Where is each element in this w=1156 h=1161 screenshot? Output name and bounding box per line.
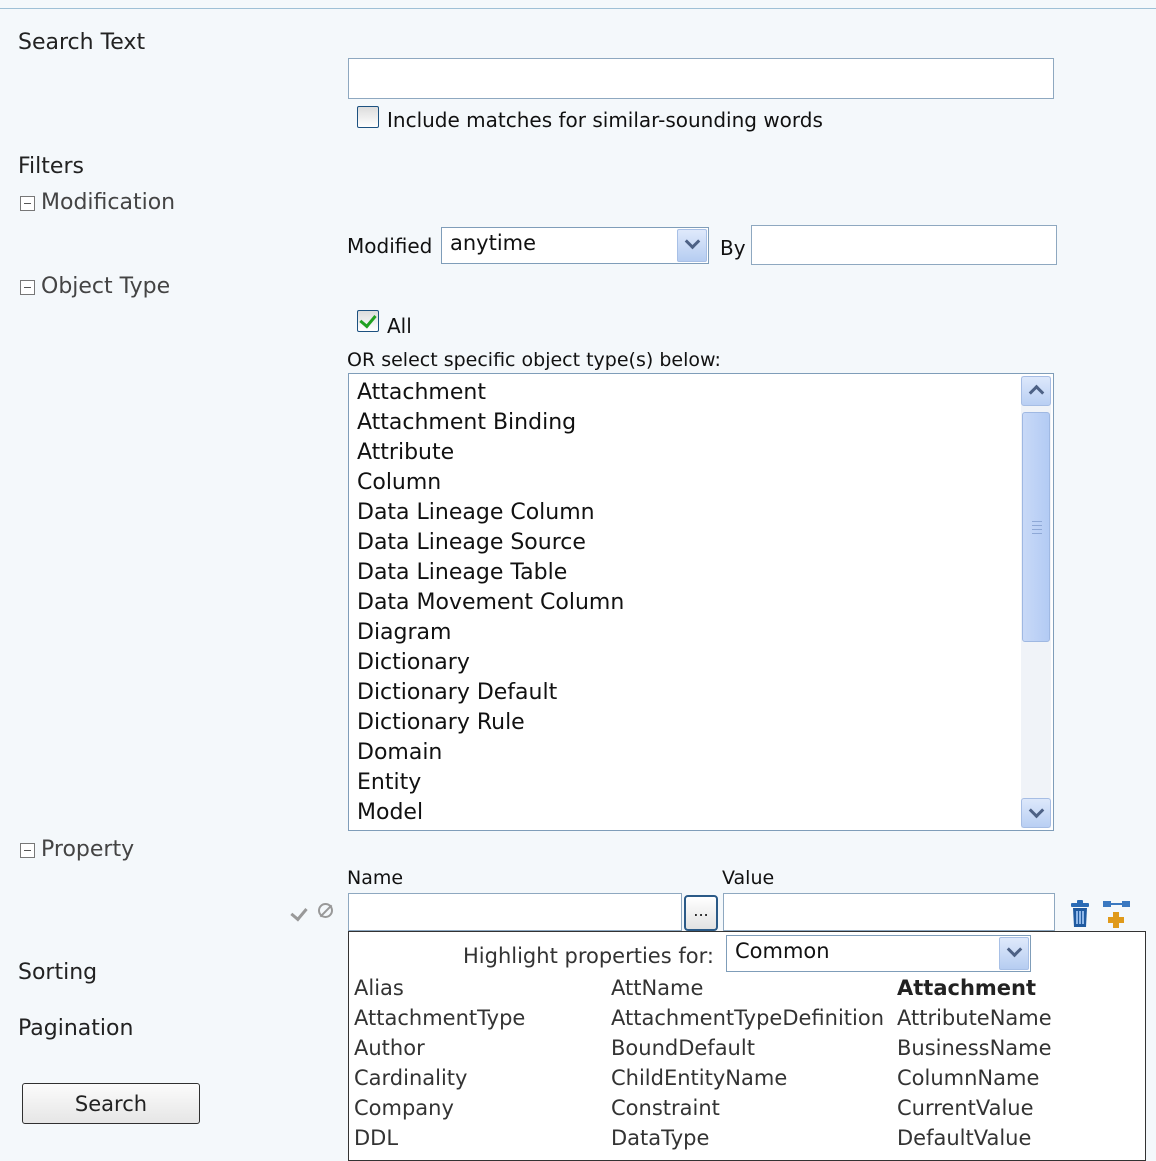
object-type-label: Object Type bbox=[41, 274, 171, 299]
object-type-listbox[interactable]: Attachment Attachment Binding Attribute … bbox=[348, 373, 1054, 831]
modified-label: Modified bbox=[347, 234, 433, 258]
add-property-icon[interactable] bbox=[1100, 898, 1134, 930]
browse-properties-button[interactable]: ... bbox=[684, 895, 718, 931]
chevron-down-icon[interactable] bbox=[999, 937, 1029, 970]
list-item[interactable]: Diagram bbox=[357, 620, 451, 645]
search-text-input[interactable] bbox=[348, 58, 1054, 99]
property-item[interactable]: BusinessName bbox=[897, 1036, 1052, 1060]
by-label: By bbox=[720, 236, 746, 260]
property-item[interactable]: DDL bbox=[354, 1126, 398, 1150]
chevron-down-icon[interactable] bbox=[677, 229, 707, 262]
highlight-select[interactable]: Common bbox=[726, 935, 1031, 972]
modification-section-toggle[interactable]: Modification bbox=[20, 190, 175, 215]
property-section-toggle[interactable]: Property bbox=[20, 837, 134, 862]
filters-label: Filters bbox=[18, 154, 84, 179]
modified-select[interactable]: anytime bbox=[441, 227, 709, 264]
trash-icon[interactable] bbox=[1068, 900, 1092, 928]
list-item[interactable]: Attachment bbox=[357, 380, 486, 405]
list-item[interactable]: Dictionary bbox=[357, 650, 470, 675]
property-value-input[interactable] bbox=[723, 893, 1055, 931]
or-select-label: OR select specific object type(s) below: bbox=[347, 349, 721, 371]
scroll-down-icon[interactable] bbox=[1021, 798, 1051, 828]
list-item[interactable]: Dictionary Rule bbox=[357, 710, 525, 735]
collapse-minus-icon bbox=[20, 279, 35, 295]
grip-line bbox=[1032, 529, 1042, 530]
all-types-label: All bbox=[387, 314, 412, 338]
property-item[interactable]: ColumnName bbox=[897, 1066, 1039, 1090]
property-item[interactable]: AttributeName bbox=[897, 1006, 1052, 1030]
list-item[interactable]: Model bbox=[357, 800, 423, 825]
collapse-minus-icon bbox=[20, 842, 35, 858]
listbox-scrollbar[interactable] bbox=[1021, 376, 1051, 828]
grip-line bbox=[1032, 525, 1042, 526]
check-icon[interactable] bbox=[290, 903, 308, 922]
property-name-label: Name bbox=[347, 867, 404, 889]
property-item[interactable]: AttachmentType bbox=[354, 1006, 525, 1030]
modified-by-input[interactable] bbox=[751, 225, 1057, 265]
list-item[interactable]: Data Lineage Source bbox=[357, 530, 586, 555]
property-item[interactable]: DataType bbox=[611, 1126, 709, 1150]
grip-line bbox=[1032, 533, 1042, 534]
list-item[interactable]: Column bbox=[357, 470, 441, 495]
list-item[interactable]: Entity bbox=[357, 770, 421, 795]
list-item[interactable]: Data Lineage Column bbox=[357, 500, 595, 525]
property-item[interactable]: Company bbox=[354, 1096, 454, 1120]
grip-line bbox=[1032, 521, 1042, 522]
property-item-highlighted[interactable]: Attachment bbox=[897, 976, 1036, 1000]
all-types-checkbox[interactable] bbox=[357, 310, 379, 332]
search-text-label: Search Text bbox=[18, 30, 146, 55]
property-item[interactable]: Alias bbox=[354, 976, 404, 1000]
property-item[interactable]: BoundDefault bbox=[611, 1036, 755, 1060]
list-item[interactable]: Data Movement Column bbox=[357, 590, 624, 615]
property-item[interactable]: Cardinality bbox=[354, 1066, 467, 1090]
pagination-label[interactable]: Pagination bbox=[18, 1016, 133, 1041]
property-item[interactable]: AttName bbox=[611, 976, 703, 1000]
list-item[interactable]: Data Lineage Table bbox=[357, 560, 567, 585]
highlight-select-value: Common bbox=[735, 939, 830, 963]
highlight-label: Highlight properties for: bbox=[463, 944, 714, 968]
similar-sounding-label: Include matches for similar-sounding wor… bbox=[387, 108, 823, 132]
similar-sounding-checkbox[interactable] bbox=[357, 106, 379, 128]
cancel-icon[interactable] bbox=[318, 903, 333, 918]
object-type-section-toggle[interactable]: Object Type bbox=[20, 274, 170, 299]
property-item[interactable]: Author bbox=[354, 1036, 425, 1060]
collapse-minus-icon bbox=[20, 195, 35, 211]
list-item[interactable]: Domain bbox=[357, 740, 442, 765]
top-divider bbox=[0, 8, 1156, 9]
scroll-up-icon[interactable] bbox=[1021, 376, 1051, 406]
modification-label: Modification bbox=[41, 190, 176, 215]
list-item[interactable]: Dictionary Default bbox=[357, 680, 557, 705]
property-item[interactable]: AttachmentTypeDefinition bbox=[611, 1006, 884, 1030]
sorting-label[interactable]: Sorting bbox=[18, 960, 97, 985]
scrollbar-thumb[interactable] bbox=[1022, 412, 1050, 642]
property-item[interactable]: Constraint bbox=[611, 1096, 720, 1120]
modified-select-value: anytime bbox=[450, 231, 537, 255]
property-picker-popup: Highlight properties for: Common Alias A… bbox=[348, 931, 1146, 1161]
property-label: Property bbox=[41, 837, 135, 862]
checkmark-icon bbox=[359, 310, 377, 329]
search-button[interactable]: Search bbox=[22, 1083, 200, 1124]
list-item[interactable]: Attachment Binding bbox=[357, 410, 576, 435]
property-value-label: Value bbox=[722, 867, 775, 889]
property-item[interactable]: CurrentValue bbox=[897, 1096, 1034, 1120]
property-name-input[interactable] bbox=[348, 893, 682, 931]
list-item[interactable]: Attribute bbox=[357, 440, 454, 465]
property-item[interactable]: DefaultValue bbox=[897, 1126, 1031, 1150]
property-item[interactable]: ChildEntityName bbox=[611, 1066, 787, 1090]
